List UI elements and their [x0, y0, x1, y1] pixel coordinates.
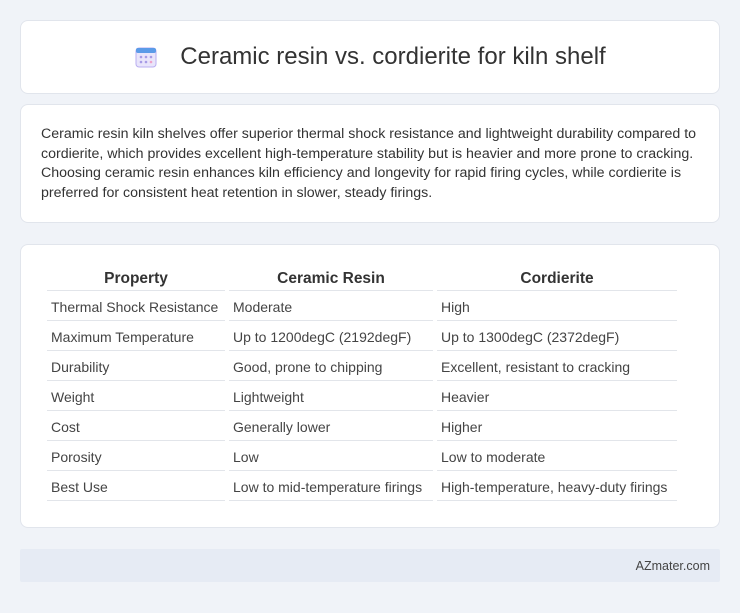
table-row: Porosity Low Low to moderate — [47, 443, 677, 471]
page-title: Ceramic resin vs. cordierite for kiln sh… — [180, 43, 606, 70]
cell-property: Thermal Shock Resistance — [47, 293, 225, 321]
cell-cordierite: Excellent, resistant to cracking — [437, 353, 677, 381]
footer-bar: AZmater.com — [20, 549, 720, 582]
footer-brand: AZmater.com — [635, 558, 710, 573]
summary-card: Ceramic resin kiln shelves offer superio… — [20, 104, 720, 223]
table-row: Best Use Low to mid-temperature firings … — [47, 473, 677, 501]
cell-cordierite: Heavier — [437, 383, 677, 411]
cell-cordierite: Up to 1300degC (2372degF) — [437, 323, 677, 351]
cell-ceramic-resin: Good, prone to chipping — [229, 353, 433, 381]
cell-property: Weight — [47, 383, 225, 411]
comparison-table: Property Ceramic Resin Cordierite Therma… — [43, 263, 681, 503]
table-row: Weight Lightweight Heavier — [47, 383, 677, 411]
calendar-icon — [135, 47, 157, 68]
cell-ceramic-resin: Moderate — [229, 293, 433, 321]
comparison-table-card: Property Ceramic Resin Cordierite Therma… — [20, 244, 720, 528]
cell-ceramic-resin: Low to mid-temperature firings — [229, 473, 433, 501]
header-cordierite: Cordierite — [437, 265, 677, 291]
table-header-row: Property Ceramic Resin Cordierite — [47, 265, 677, 291]
cell-ceramic-resin: Up to 1200degC (2192degF) — [229, 323, 433, 351]
header-ceramic-resin: Ceramic Resin — [229, 265, 433, 291]
cell-ceramic-resin: Low — [229, 443, 433, 471]
header-property: Property — [47, 265, 225, 291]
cell-property: Best Use — [47, 473, 225, 501]
cell-cordierite: High-temperature, heavy-duty firings — [437, 473, 677, 501]
cell-property: Durability — [47, 353, 225, 381]
cell-cordierite: High — [437, 293, 677, 321]
cell-ceramic-resin: Lightweight — [229, 383, 433, 411]
title-card: Ceramic resin vs. cordierite for kiln sh… — [20, 20, 720, 94]
table-row: Durability Good, prone to chipping Excel… — [47, 353, 677, 381]
table-row: Maximum Temperature Up to 1200degC (2192… — [47, 323, 677, 351]
cell-property: Porosity — [47, 443, 225, 471]
table-row: Thermal Shock Resistance Moderate High — [47, 293, 677, 321]
cell-property: Maximum Temperature — [47, 323, 225, 351]
cell-property: Cost — [47, 413, 225, 441]
cell-ceramic-resin: Generally lower — [229, 413, 433, 441]
table-row: Cost Generally lower Higher — [47, 413, 677, 441]
cell-cordierite: Low to moderate — [437, 443, 677, 471]
cell-cordierite: Higher — [437, 413, 677, 441]
summary-text: Ceramic resin kiln shelves offer superio… — [41, 126, 697, 201]
